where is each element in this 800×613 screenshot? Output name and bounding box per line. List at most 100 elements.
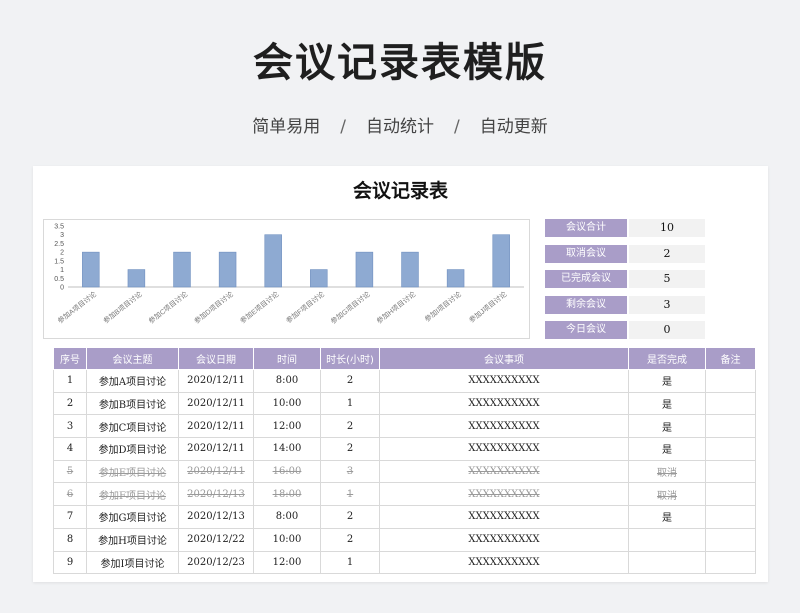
cell-done[interactable]: 是 — [628, 505, 706, 529]
column-header-time: 时间 — [253, 347, 321, 370]
cell-date[interactable]: 2020/12/23 — [178, 551, 254, 575]
tagline-separator: / — [454, 117, 460, 137]
cell-note[interactable] — [705, 369, 756, 393]
cell-no[interactable]: 4 — [53, 437, 87, 461]
summary-cancelled: 取消会议 2 — [545, 244, 705, 263]
cell-date[interactable]: 2020/12/11 — [178, 437, 254, 461]
cell-hours[interactable]: 2 — [320, 528, 380, 552]
cell-hours[interactable]: 2 — [320, 414, 380, 439]
cell-no[interactable]: 3 — [53, 414, 87, 439]
table-row: 2 参加B项目讨论 2020/12/11 10:00 1 XXXXXXXXXX 是 — [53, 392, 756, 416]
summary-completed: 已完成会议 5 — [545, 270, 705, 288]
cell-no[interactable]: 2 — [53, 392, 87, 416]
summary-value[interactable]: 3 — [629, 295, 705, 314]
cell-note[interactable] — [705, 392, 756, 416]
cell-date[interactable]: 2020/12/13 — [178, 482, 254, 507]
cell-item[interactable]: XXXXXXXXXX — [379, 460, 629, 484]
cell-done[interactable] — [628, 551, 706, 575]
cell-time[interactable]: 16:00 — [253, 460, 321, 484]
cell-note[interactable] — [705, 460, 756, 484]
chart-bar[interactable] — [355, 251, 374, 288]
cell-done[interactable]: 取消 — [628, 460, 706, 484]
cell-topic[interactable]: 参加G项目讨论 — [86, 505, 179, 529]
cell-hours[interactable]: 2 — [320, 505, 380, 529]
cell-date[interactable]: 2020/12/22 — [178, 528, 254, 552]
cell-item[interactable]: XXXXXXXXXX — [379, 505, 629, 529]
cell-done[interactable] — [628, 528, 706, 552]
cell-note[interactable] — [705, 505, 756, 529]
cell-item[interactable]: XXXXXXXXXX — [379, 437, 629, 461]
cell-topic[interactable]: 参加B项目讨论 — [86, 392, 179, 416]
cell-time[interactable]: 8:00 — [253, 505, 321, 529]
summary-value[interactable]: 2 — [629, 244, 705, 263]
cell-no[interactable]: 7 — [53, 505, 87, 529]
x-tick-label: 参加C项目讨论 — [147, 289, 190, 325]
x-tick-label: 参加I项目讨论 — [423, 289, 463, 323]
cell-item[interactable]: XXXXXXXXXX — [379, 482, 629, 507]
cell-topic[interactable]: 参加H项目讨论 — [86, 528, 179, 552]
summary-total: 会议合计 10 — [545, 219, 705, 237]
cell-hours[interactable]: 3 — [320, 460, 380, 484]
cell-no[interactable]: 5 — [53, 460, 87, 484]
y-tick-label: 2 — [60, 250, 64, 257]
summary-value[interactable]: 10 — [629, 219, 705, 237]
y-tick-label: 3.5 — [54, 224, 64, 231]
cell-no[interactable]: 9 — [53, 551, 87, 575]
chart-bar[interactable] — [264, 234, 282, 288]
column-header-hours: 时长(小时) — [320, 347, 380, 370]
cell-time[interactable]: 18:00 — [253, 482, 321, 507]
cell-no[interactable]: 1 — [53, 369, 87, 393]
cell-topic[interactable]: 参加E项目讨论 — [86, 460, 179, 484]
cell-note[interactable] — [705, 437, 756, 461]
cell-done[interactable]: 是 — [628, 437, 706, 461]
chart-bar[interactable] — [446, 269, 465, 288]
cell-note[interactable] — [705, 482, 756, 507]
cell-note[interactable] — [705, 551, 756, 575]
cell-item[interactable]: XXXXXXXXXX — [379, 414, 629, 439]
cell-date[interactable]: 2020/12/11 — [178, 414, 254, 439]
cell-hours[interactable]: 2 — [320, 369, 380, 393]
cell-done[interactable]: 是 — [628, 369, 706, 393]
cell-time[interactable]: 10:00 — [253, 528, 321, 552]
cell-no[interactable]: 6 — [53, 482, 87, 507]
cell-date[interactable]: 2020/12/11 — [178, 369, 254, 393]
cell-done[interactable]: 是 — [628, 414, 706, 439]
cell-hours[interactable]: 1 — [320, 482, 380, 507]
cell-topic[interactable]: 参加A项目讨论 — [86, 369, 179, 393]
cell-topic[interactable]: 参加D项目讨论 — [86, 437, 179, 461]
cell-item[interactable]: XXXXXXXXXX — [379, 551, 629, 575]
cell-time[interactable]: 12:00 — [253, 414, 321, 439]
cell-item[interactable]: XXXXXXXXXX — [379, 369, 629, 393]
cell-topic[interactable]: 参加I项目讨论 — [86, 551, 179, 575]
summary-value[interactable]: 0 — [629, 321, 705, 339]
summary-value[interactable]: 5 — [629, 270, 705, 288]
cell-no[interactable]: 8 — [53, 528, 87, 552]
cell-hours[interactable]: 1 — [320, 551, 380, 575]
chart-bar[interactable] — [173, 251, 191, 288]
chart-bar[interactable] — [127, 269, 146, 288]
cell-topic[interactable]: 参加C项目讨论 — [86, 414, 179, 439]
cell-date[interactable]: 2020/12/11 — [178, 460, 254, 484]
cell-time[interactable]: 10:00 — [253, 392, 321, 416]
chart-bar[interactable] — [218, 251, 237, 288]
cell-hours[interactable]: 2 — [320, 437, 380, 461]
cell-hours[interactable]: 1 — [320, 392, 380, 416]
cell-time[interactable]: 14:00 — [253, 437, 321, 461]
cell-topic[interactable]: 参加F项目讨论 — [86, 482, 179, 507]
cell-date[interactable]: 2020/12/13 — [178, 505, 254, 529]
chart-bar[interactable] — [310, 269, 328, 288]
cell-done[interactable]: 是 — [628, 392, 706, 416]
cell-note[interactable] — [705, 414, 756, 439]
cell-item[interactable]: XXXXXXXXXX — [379, 392, 629, 416]
chart-bar[interactable] — [82, 251, 100, 288]
chart-bar[interactable] — [401, 251, 419, 288]
cell-item[interactable]: XXXXXXXXXX — [379, 528, 629, 552]
chart-bar[interactable] — [492, 234, 510, 288]
page-title: 会议记录表模版 — [253, 40, 547, 86]
cell-time[interactable]: 12:00 — [253, 551, 321, 575]
cell-note[interactable] — [705, 528, 756, 552]
cell-date[interactable]: 2020/12/11 — [178, 392, 254, 416]
cell-time[interactable]: 8:00 — [253, 369, 321, 393]
table-row: 6 参加F项目讨论 2020/12/13 18:00 1 XXXXXXXXXX 取消 — [53, 482, 756, 507]
cell-done[interactable]: 取消 — [628, 482, 706, 507]
